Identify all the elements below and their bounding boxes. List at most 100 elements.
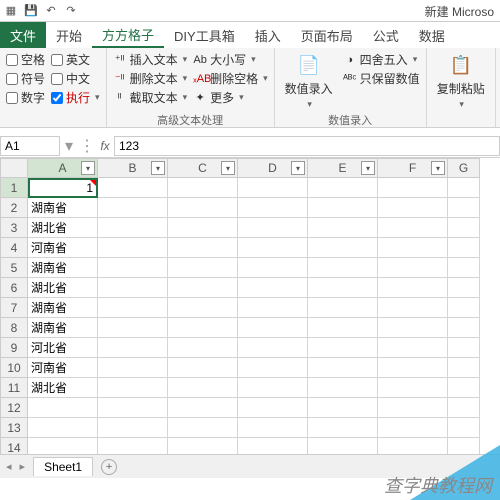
save-icon[interactable]: 💾: [24, 4, 38, 18]
cell[interactable]: [448, 418, 480, 438]
cell[interactable]: [308, 178, 378, 198]
row-header[interactable]: 1: [0, 178, 28, 198]
fx-icon[interactable]: fx: [96, 139, 114, 153]
cell[interactable]: [238, 238, 308, 258]
cell[interactable]: [98, 258, 168, 278]
cell[interactable]: [168, 378, 238, 398]
cell[interactable]: [448, 298, 480, 318]
cell[interactable]: [308, 218, 378, 238]
cell[interactable]: [448, 338, 480, 358]
cell[interactable]: [238, 418, 308, 438]
cell[interactable]: [448, 238, 480, 258]
row-header[interactable]: 10: [0, 358, 28, 378]
cell[interactable]: [238, 318, 308, 338]
cell[interactable]: [378, 398, 448, 418]
cell[interactable]: [168, 358, 238, 378]
select-all[interactable]: [0, 158, 28, 178]
filter-icon[interactable]: ▾: [361, 161, 375, 175]
cell[interactable]: [168, 178, 238, 198]
cell[interactable]: [378, 258, 448, 278]
row-header[interactable]: 4: [0, 238, 28, 258]
tab-data[interactable]: 数据: [409, 22, 455, 48]
cell[interactable]: [98, 218, 168, 238]
row-header[interactable]: 7: [0, 298, 28, 318]
cell[interactable]: [98, 318, 168, 338]
row-header[interactable]: 9: [0, 338, 28, 358]
cell[interactable]: [448, 278, 480, 298]
cell[interactable]: [448, 398, 480, 418]
cell[interactable]: [308, 378, 378, 398]
cell[interactable]: [98, 358, 168, 378]
namebox-dropdown-icon[interactable]: ▾: [60, 136, 78, 156]
chk-en[interactable]: 英文: [51, 51, 100, 68]
cell[interactable]: [308, 418, 378, 438]
cell[interactable]: [308, 198, 378, 218]
cell[interactable]: 湖南省: [28, 298, 98, 318]
cell[interactable]: 河南省: [28, 238, 98, 258]
filter-icon[interactable]: ▾: [291, 161, 305, 175]
filter-icon[interactable]: ▾: [431, 161, 445, 175]
name-box[interactable]: [0, 136, 60, 156]
chk-cn[interactable]: 中文: [51, 70, 100, 87]
btn-paste[interactable]: 📋 复制粘贴▾: [433, 51, 489, 112]
tab-diy[interactable]: DIY工具箱: [164, 22, 245, 48]
row-header[interactable]: 12: [0, 398, 28, 418]
col-B[interactable]: B▾: [98, 158, 168, 178]
sheet-tab[interactable]: Sheet1: [33, 457, 93, 476]
btn-num-input[interactable]: 📄 数值录入▾: [281, 51, 337, 112]
cell[interactable]: [168, 318, 238, 338]
col-A[interactable]: A▾: [28, 158, 98, 178]
cell[interactable]: [168, 418, 238, 438]
tab-start[interactable]: 开始: [46, 22, 92, 48]
cell[interactable]: [448, 378, 480, 398]
cell[interactable]: 湖南省: [28, 258, 98, 278]
btn-del-space[interactable]: ₓAB删除空格▾: [193, 70, 268, 87]
cell[interactable]: [168, 258, 238, 278]
cell[interactable]: [448, 198, 480, 218]
chk-exec[interactable]: 执行▾: [51, 89, 100, 106]
row-header[interactable]: 2: [0, 198, 28, 218]
cell[interactable]: [98, 338, 168, 358]
cell[interactable]: [238, 298, 308, 318]
col-D[interactable]: D▾: [238, 158, 308, 178]
col-E[interactable]: E▾: [308, 158, 378, 178]
cell[interactable]: [98, 178, 168, 198]
filter-icon[interactable]: ▾: [221, 161, 235, 175]
cell[interactable]: [308, 398, 378, 418]
cell[interactable]: [168, 278, 238, 298]
cell[interactable]: 湖北省: [28, 218, 98, 238]
cell[interactable]: [378, 198, 448, 218]
cell[interactable]: [238, 218, 308, 238]
cell[interactable]: [238, 258, 308, 278]
btn-more[interactable]: ✦更多▾: [193, 89, 268, 106]
cell[interactable]: [238, 378, 308, 398]
row-header[interactable]: 13: [0, 418, 28, 438]
cell[interactable]: [98, 278, 168, 298]
cell[interactable]: [98, 418, 168, 438]
btn-round[interactable]: ◑四舍五入▾: [343, 51, 420, 68]
cell[interactable]: [238, 398, 308, 418]
chk-space[interactable]: 空格: [6, 51, 45, 68]
cell[interactable]: [378, 278, 448, 298]
cell[interactable]: [168, 218, 238, 238]
row-header[interactable]: 6: [0, 278, 28, 298]
cell[interactable]: [238, 338, 308, 358]
row-header[interactable]: 5: [0, 258, 28, 278]
cell[interactable]: [378, 378, 448, 398]
cell[interactable]: [28, 398, 98, 418]
chk-symbol[interactable]: 符号: [6, 70, 45, 87]
cell[interactable]: [168, 298, 238, 318]
cell[interactable]: [238, 278, 308, 298]
cell[interactable]: [378, 298, 448, 318]
btn-del-text[interactable]: ⁻ᴵᴵ删除文本▾: [113, 70, 188, 87]
chk-num[interactable]: 数字: [6, 89, 45, 106]
btn-insert-text[interactable]: ⁺ᴵᴵ插入文本▾: [113, 51, 188, 68]
cell[interactable]: [98, 198, 168, 218]
cell[interactable]: [98, 378, 168, 398]
cell[interactable]: [308, 318, 378, 338]
cell[interactable]: [448, 358, 480, 378]
tab-ffgz[interactable]: 方方格子: [92, 22, 164, 48]
cell[interactable]: 湖北省: [28, 278, 98, 298]
cell[interactable]: [238, 198, 308, 218]
cell[interactable]: [168, 238, 238, 258]
